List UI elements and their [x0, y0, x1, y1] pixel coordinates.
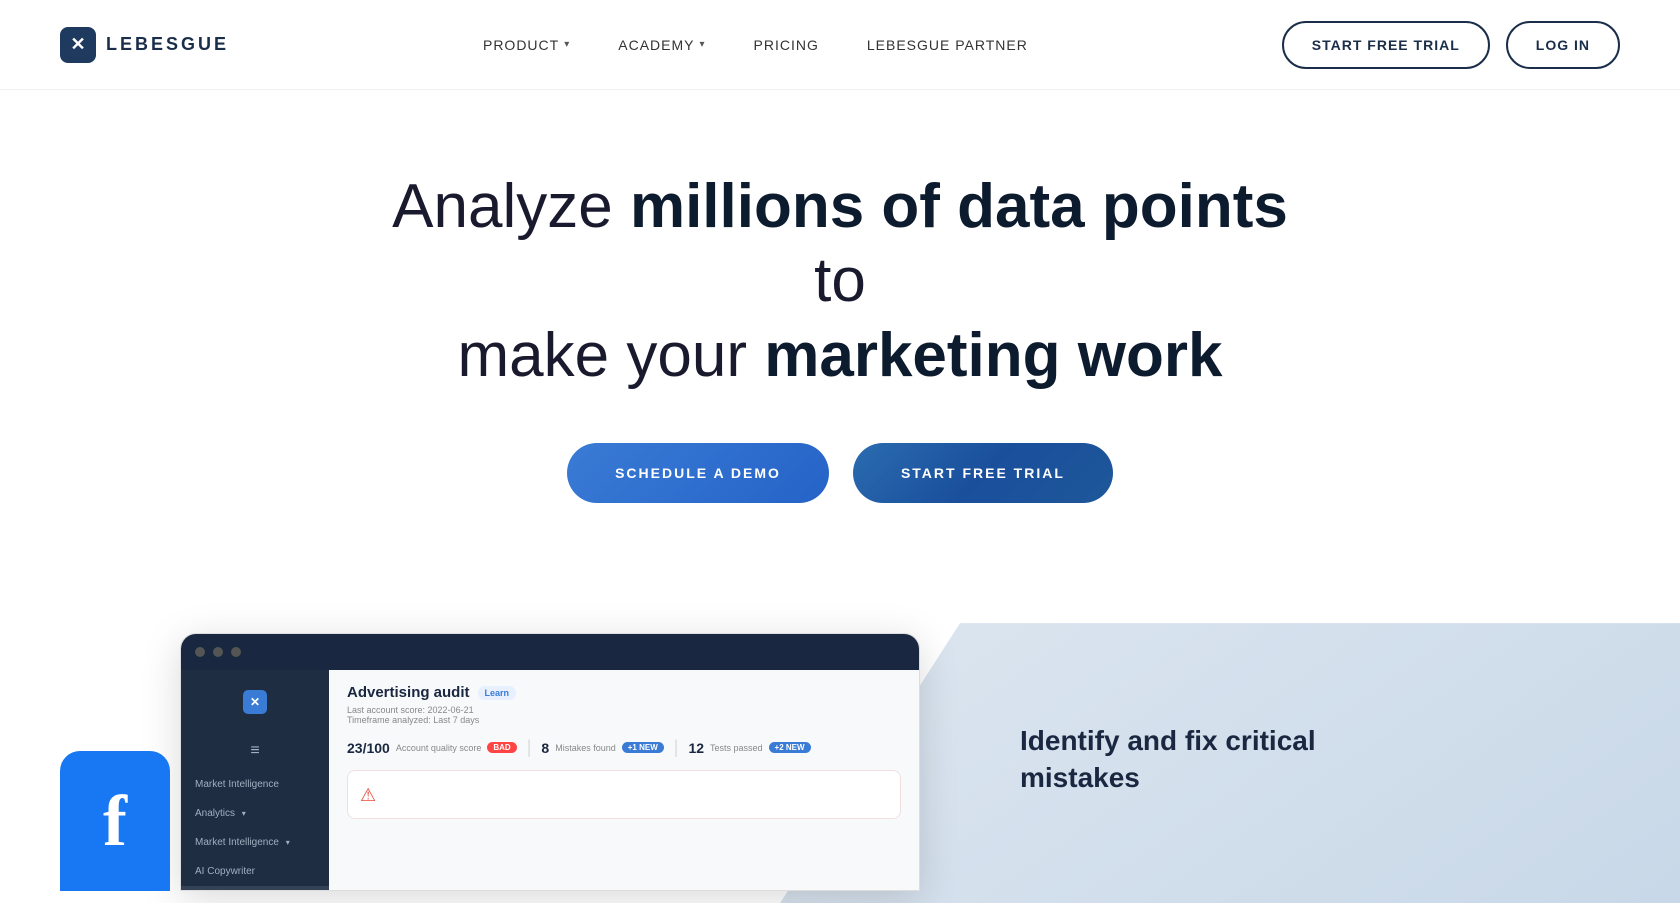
- right-heading: Identify and fix critical mistakes: [1020, 723, 1320, 796]
- navbar: ✕ LEBESGUE PRODUCT ▾ ACADEMY ▾ PRICING L…: [0, 0, 1680, 90]
- stat-score: 23/100 Account quality score BAD: [347, 740, 517, 756]
- tests-badge: +2 NEW: [769, 742, 811, 753]
- sidebar-item-market-intel-2[interactable]: Market Intelligence ▾: [181, 828, 329, 857]
- sidebar-item-advertising-audit[interactable]: Advertising audit: [181, 886, 329, 891]
- nav-item-academy[interactable]: ACADEMY ▾: [618, 37, 705, 53]
- chevron-down-icon: ▾: [699, 39, 705, 50]
- nav-item-product[interactable]: PRODUCT ▾: [483, 37, 570, 53]
- logo-text: LEBESGUE: [106, 34, 229, 55]
- app-window: ✕ ≡ Market Intelligence Analytics ▾ Mark…: [180, 633, 920, 891]
- score-badge: BAD: [487, 742, 516, 753]
- facebook-icon-overlay: f: [60, 751, 170, 891]
- bottom-section: f ✕ ≡ Market Intelligence A: [0, 643, 1680, 903]
- app-main-title: Advertising audit Learn: [347, 684, 901, 701]
- learn-badge[interactable]: Learn: [478, 686, 517, 700]
- hero-section: Analyze millions of data points to make …: [0, 90, 1680, 643]
- schedule-demo-button[interactable]: SCHEDULE A DEMO: [567, 443, 829, 503]
- stats-row: 23/100 Account quality score BAD | 8 Mis…: [347, 737, 901, 758]
- nav-actions: START FREE TRIAL LOG IN: [1282, 21, 1620, 69]
- nav-item-partner[interactable]: LEBESGUE PARTNER: [867, 37, 1028, 53]
- right-text-section: Identify and fix critical mistakes: [920, 643, 1680, 836]
- mistakes-badge: +1 NEW: [622, 742, 664, 753]
- app-subtitle: Last account score: 2022-06-21 Timeframe…: [347, 705, 901, 725]
- sidebar-menu-icon: ≡: [181, 732, 329, 770]
- logo-link[interactable]: ✕ LEBESGUE: [60, 27, 229, 63]
- chevron-down-icon: ▾: [564, 39, 570, 50]
- stat-mistakes: 8 Mistakes found +1 NEW: [541, 740, 663, 756]
- window-dot-3: [231, 647, 241, 657]
- sidebar-item-ai-copywriter[interactable]: AI Copywriter: [181, 857, 329, 886]
- alert-icon: ⚠: [360, 785, 376, 806]
- nav-start-trial-button[interactable]: START FREE TRIAL: [1282, 21, 1490, 69]
- nav-link-partner[interactable]: LEBESGUE PARTNER: [867, 37, 1028, 53]
- nav-links: PRODUCT ▾ ACADEMY ▾ PRICING LEBESGUE PAR…: [483, 37, 1028, 53]
- sidebar-item-market-intel[interactable]: Market Intelligence: [181, 770, 329, 799]
- app-content: ✕ ≡ Market Intelligence Analytics ▾ Mark…: [181, 670, 919, 890]
- window-dot-1: [195, 647, 205, 657]
- app-window-titlebar: [181, 634, 919, 670]
- start-trial-button[interactable]: START FREE TRIAL: [853, 443, 1113, 503]
- nav-link-academy[interactable]: ACADEMY ▾: [618, 37, 705, 53]
- nav-login-button[interactable]: LOG IN: [1506, 21, 1620, 69]
- stat-tests: 12 Tests passed +2 NEW: [688, 740, 810, 756]
- app-mockup-container: f ✕ ≡ Market Intelligence A: [80, 633, 920, 891]
- app-main-content: Advertising audit Learn Last account sco…: [329, 670, 919, 890]
- hero-title: Analyze millions of data points to make …: [390, 170, 1290, 393]
- hero-buttons: SCHEDULE A DEMO START FREE TRIAL: [60, 443, 1620, 503]
- sidebar-logo-icon: ✕: [243, 690, 267, 714]
- nav-link-pricing[interactable]: PRICING: [754, 37, 819, 53]
- nav-item-pricing[interactable]: PRICING: [754, 37, 819, 53]
- window-dot-2: [213, 647, 223, 657]
- app-sidebar: ✕ ≡ Market Intelligence Analytics ▾ Mark…: [181, 670, 329, 890]
- sidebar-item-analytics[interactable]: Analytics ▾: [181, 799, 329, 828]
- logo-icon: ✕: [60, 27, 96, 63]
- alert-card: ⚠: [347, 770, 901, 819]
- sidebar-logo: ✕: [181, 682, 329, 722]
- nav-link-product[interactable]: PRODUCT ▾: [483, 37, 570, 53]
